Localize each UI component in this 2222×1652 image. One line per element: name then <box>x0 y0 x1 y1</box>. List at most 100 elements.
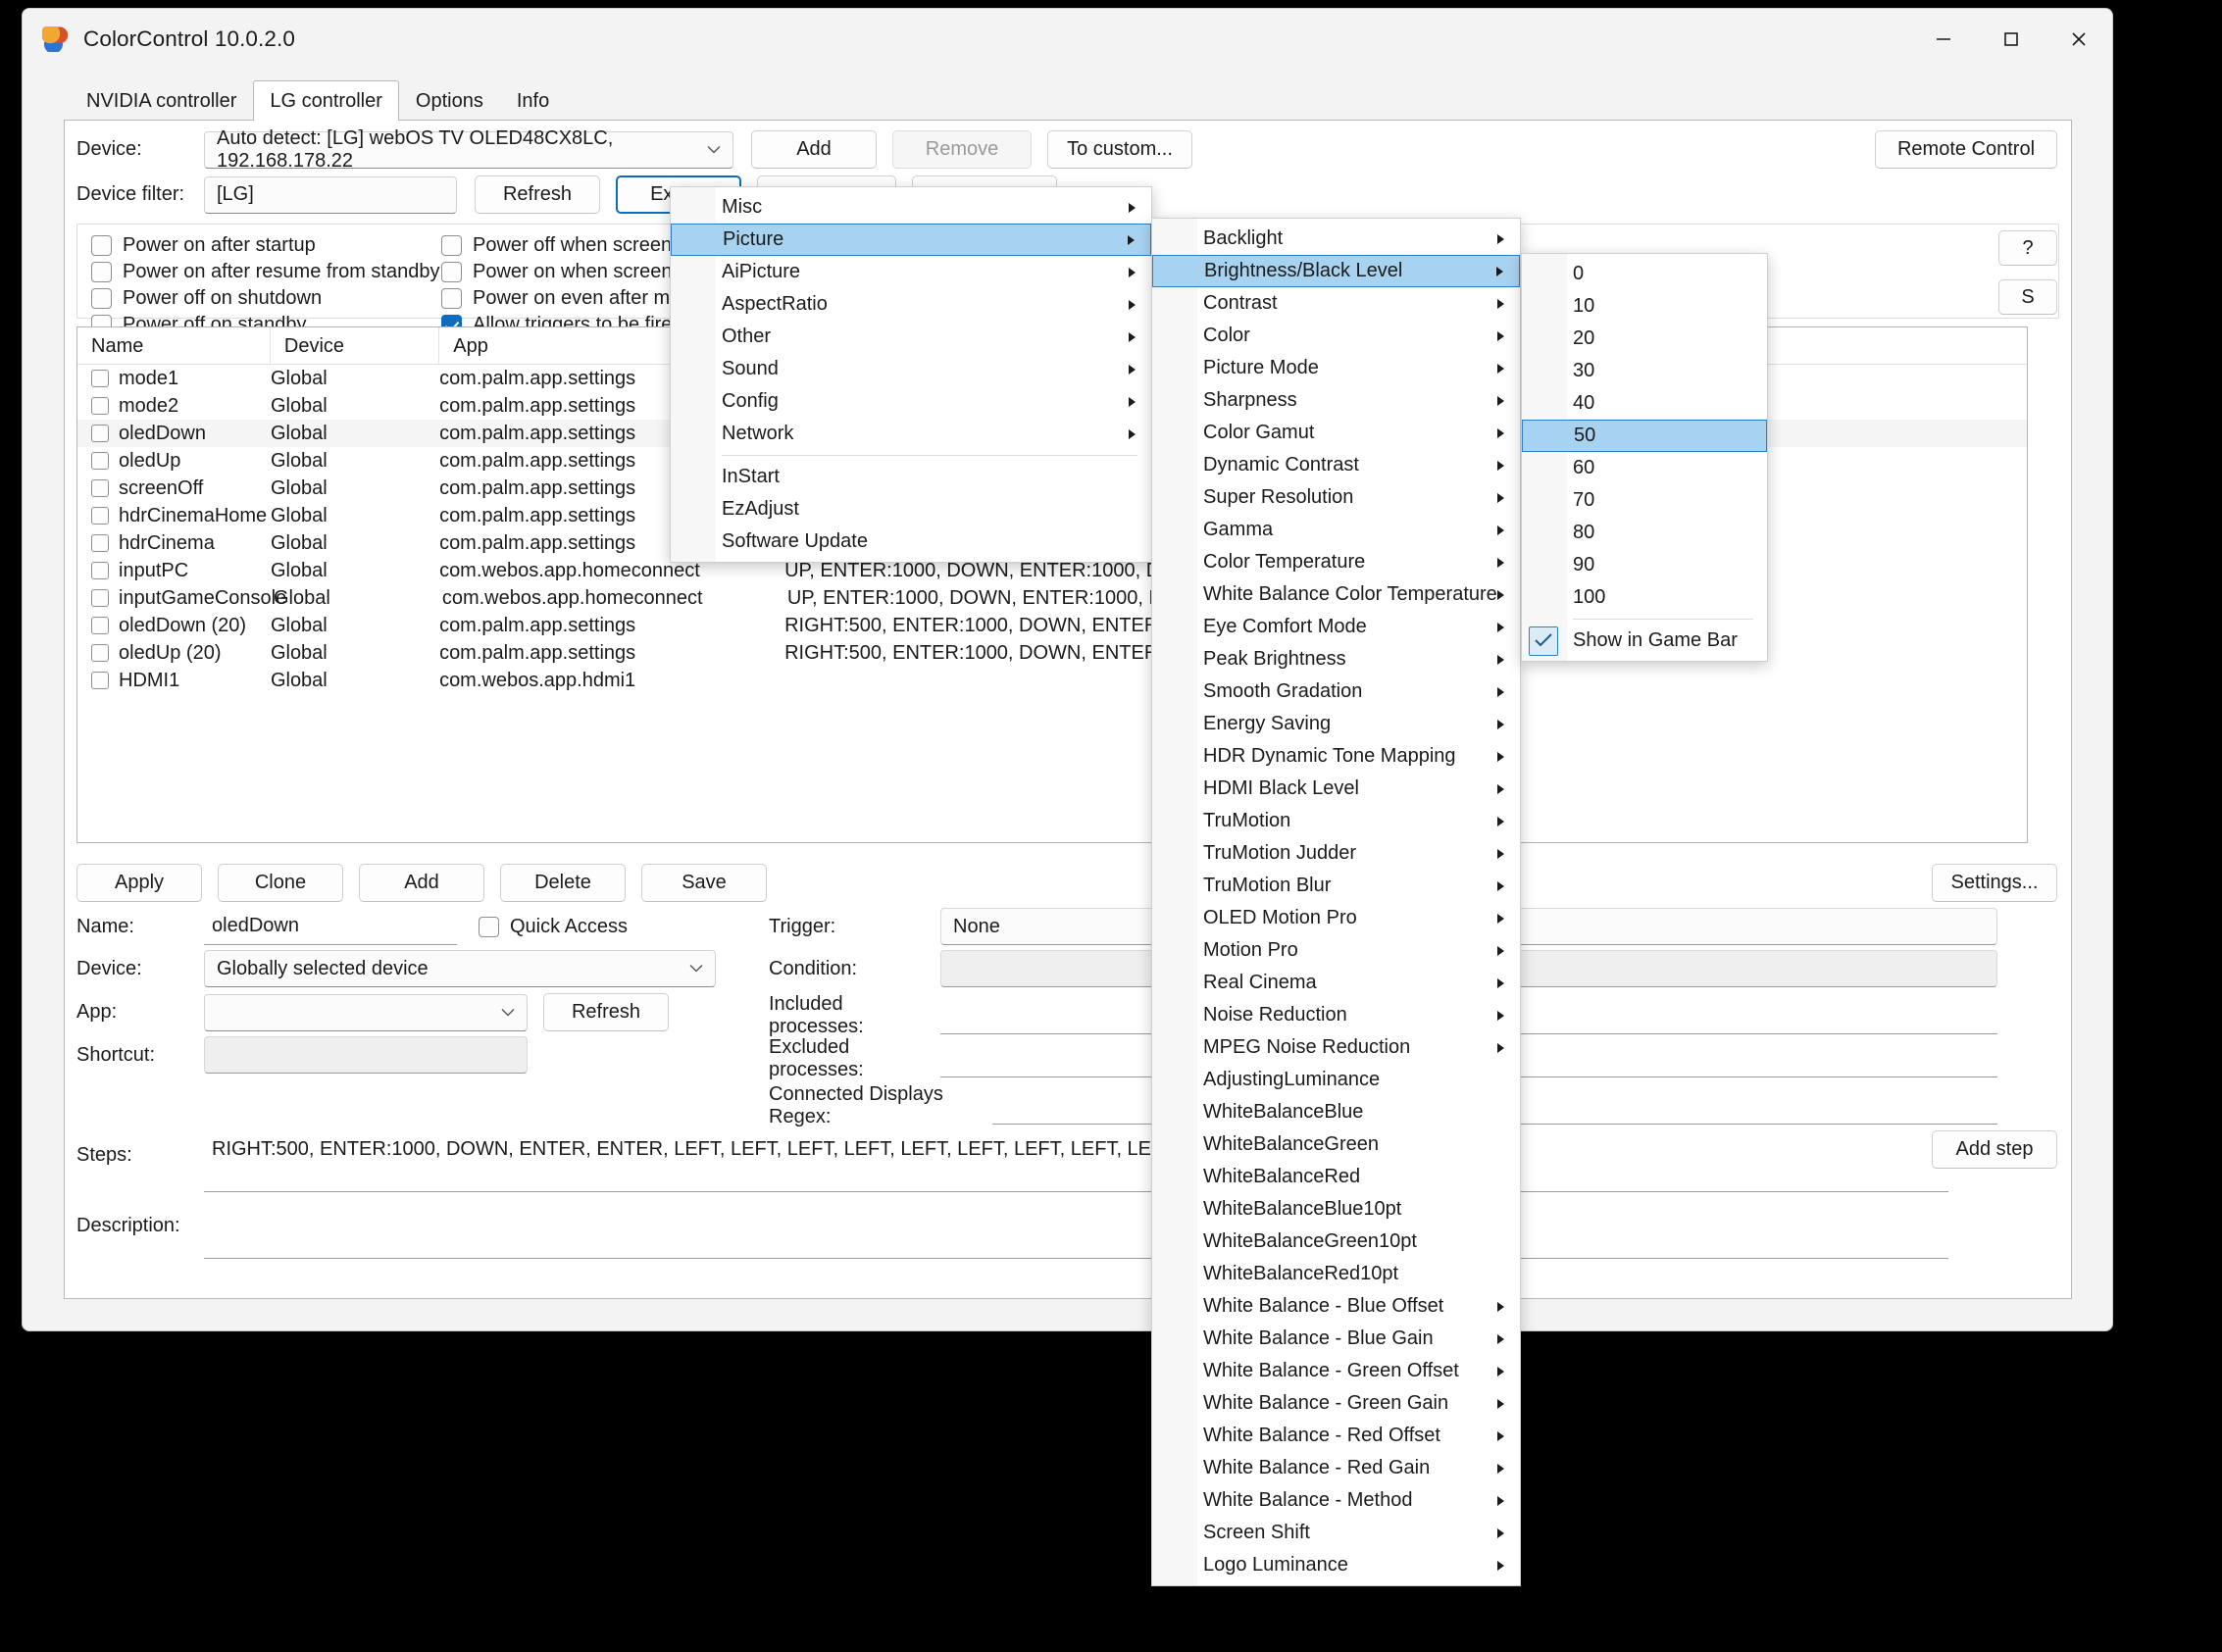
minimize-icon[interactable] <box>1909 9 1977 70</box>
menu-item-whitebalanceblue[interactable]: WhiteBalanceBlue <box>1152 1096 1520 1128</box>
menu-item-color-temperature[interactable]: Color Temperature <box>1152 546 1520 578</box>
menu-item-30[interactable]: 30 <box>1522 355 1767 387</box>
row-checkbox[interactable] <box>91 589 109 607</box>
menu-item-sharpness[interactable]: Sharpness <box>1152 384 1520 417</box>
menu-item-90[interactable]: 90 <box>1522 549 1767 581</box>
menu-item-oled-motion-pro[interactable]: OLED Motion Pro <box>1152 902 1520 934</box>
form-app-combo[interactable] <box>204 993 528 1031</box>
option-power-on-after-resume[interactable]: Power on after resume from standby <box>91 259 439 285</box>
column-header-name[interactable]: Name <box>77 327 271 365</box>
menu-item-70[interactable]: 70 <box>1522 484 1767 517</box>
menu-item-aspectratio[interactable]: AspectRatio <box>671 288 1151 321</box>
row-checkbox[interactable] <box>91 534 109 552</box>
menu-item-60[interactable]: 60 <box>1522 452 1767 484</box>
checkbox[interactable] <box>441 262 462 282</box>
menu-item-dynamic-contrast[interactable]: Dynamic Contrast <box>1152 449 1520 481</box>
menu-item-peak-brightness[interactable]: Peak Brightness <box>1152 643 1520 676</box>
add-step-button[interactable]: Add step <box>1932 1130 2057 1169</box>
menu-item-trumotion-blur[interactable]: TruMotion Blur <box>1152 870 1520 902</box>
tab-lg-controller[interactable]: LG controller <box>253 80 399 121</box>
row-checkbox[interactable] <box>91 370 109 387</box>
tab-nvidia-controller[interactable]: NVIDIA controller <box>70 80 254 121</box>
menu-item-other[interactable]: Other <box>671 321 1151 353</box>
menu-item-100[interactable]: 100 <box>1522 581 1767 614</box>
menu-item-80[interactable]: 80 <box>1522 517 1767 549</box>
menu-item-white-balance-green-gain[interactable]: White Balance - Green Gain <box>1152 1387 1520 1420</box>
menu-item-noise-reduction[interactable]: Noise Reduction <box>1152 999 1520 1031</box>
tab-options[interactable]: Options <box>398 80 500 121</box>
close-icon[interactable] <box>2045 9 2112 70</box>
row-checkbox[interactable] <box>91 452 109 470</box>
checkbox[interactable] <box>441 288 462 309</box>
menu-item-ezadjust[interactable]: EzAdjust <box>671 493 1151 526</box>
menu-item-trumotion-judder[interactable]: TruMotion Judder <box>1152 837 1520 870</box>
menu-item-whitebalancegreen10pt[interactable]: WhiteBalanceGreen10pt <box>1152 1226 1520 1258</box>
delete-button[interactable]: Delete <box>500 864 626 902</box>
menu-item-hdr-dynamic-tone-mapping[interactable]: HDR Dynamic Tone Mapping <box>1152 740 1520 773</box>
name-input[interactable]: oledDown <box>204 908 457 945</box>
menu-item-white-balance-red-gain[interactable]: White Balance - Red Gain <box>1152 1452 1520 1484</box>
menu-item-sound[interactable]: Sound <box>671 353 1151 385</box>
menu-item-whitebalancegreen[interactable]: WhiteBalanceGreen <box>1152 1128 1520 1161</box>
menu-item-energy-saving[interactable]: Energy Saving <box>1152 708 1520 740</box>
filter-refresh-button[interactable]: Refresh <box>475 175 600 214</box>
device-add-button[interactable]: Add <box>751 130 877 169</box>
device-filter-input[interactable]: [LG] <box>204 175 457 214</box>
menu-item-software-update[interactable]: Software Update <box>671 526 1151 558</box>
quick-access-checkbox-row[interactable]: Quick Access <box>479 916 628 938</box>
table-row[interactable]: HDMI1 Global com.webos.app.hdmi1 <box>77 667 2027 694</box>
picture-submenu-level2[interactable]: Backlight Brightness/Black Level Contrast C… <box>1151 218 1521 1586</box>
help-button[interactable]: ? <box>1998 230 2057 266</box>
form-description-input[interactable] <box>204 1197 1948 1259</box>
menu-item-whitebalancered10pt[interactable]: WhiteBalanceRed10pt <box>1152 1258 1520 1290</box>
tab-info[interactable]: Info <box>499 80 567 121</box>
maximize-icon[interactable] <box>1977 9 2045 70</box>
row-checkbox[interactable] <box>91 562 109 579</box>
menu-item-20[interactable]: 20 <box>1522 323 1767 355</box>
menu-item-white-balance-blue-offset[interactable]: White Balance - Blue Offset <box>1152 1290 1520 1323</box>
form-shortcut-input[interactable] <box>204 1036 528 1074</box>
checkbox[interactable] <box>441 235 462 256</box>
row-checkbox[interactable] <box>91 507 109 525</box>
menu-item-motion-pro[interactable]: Motion Pro <box>1152 934 1520 967</box>
menu-item-mpeg-noise-reduction[interactable]: MPEG Noise Reduction <box>1152 1031 1520 1064</box>
checkbox[interactable] <box>479 916 499 937</box>
settings-button[interactable]: Settings... <box>1932 864 2057 902</box>
menu-item-real-cinema[interactable]: Real Cinema <box>1152 967 1520 999</box>
menu-item-color[interactable]: Color <box>1152 320 1520 352</box>
menu-item-white-balance-color-temperature[interactable]: White Balance Color Temperature <box>1152 578 1520 611</box>
form-steps-input[interactable]: RIGHT:500, ENTER:1000, DOWN, ENTER, ENTE… <box>204 1130 1948 1192</box>
menu-item-whitebalancered[interactable]: WhiteBalanceRed <box>1152 1161 1520 1193</box>
clone-button[interactable]: Clone <box>218 864 343 902</box>
menu-item-50[interactable]: 50 <box>1522 420 1767 452</box>
menu-item-super-resolution[interactable]: Super Resolution <box>1152 481 1520 514</box>
menu-item-adjustingluminance[interactable]: AdjustingLuminance <box>1152 1064 1520 1096</box>
option-power-off-on-shutdown[interactable]: Power off on shutdown <box>91 285 439 312</box>
app-refresh-button[interactable]: Refresh <box>543 993 669 1031</box>
column-header-device[interactable]: Device <box>271 327 440 365</box>
menu-item-contrast[interactable]: Contrast <box>1152 287 1520 320</box>
row-checkbox[interactable] <box>91 425 109 442</box>
form-device-combo[interactable]: Globally selected device <box>204 950 716 987</box>
menu-item-hdmi-black-level[interactable]: HDMI Black Level <box>1152 773 1520 805</box>
menu-item-eye-comfort-mode[interactable]: Eye Comfort Mode <box>1152 611 1520 643</box>
menu-item-backlight[interactable]: Backlight <box>1152 223 1520 255</box>
menu-item-network[interactable]: Network <box>671 418 1151 450</box>
menu-item-white-balance-method[interactable]: White Balance - Method <box>1152 1484 1520 1517</box>
device-combo[interactable]: Auto detect: [LG] webOS TV OLED48CX8LC, … <box>204 127 733 172</box>
menu-item-white-balance-blue-gain[interactable]: White Balance - Blue Gain <box>1152 1323 1520 1355</box>
menu-item-aipicture[interactable]: AiPicture <box>671 256 1151 288</box>
checkbox[interactable] <box>91 262 112 282</box>
save-button[interactable]: Save <box>641 864 767 902</box>
menu-item-picture-mode[interactable]: Picture Mode <box>1152 352 1520 384</box>
menu-item-whitebalanceblue10pt[interactable]: WhiteBalanceBlue10pt <box>1152 1193 1520 1226</box>
menu-item-config[interactable]: Config <box>671 385 1151 418</box>
menu-item-logo-luminance[interactable]: Logo Luminance <box>1152 1549 1520 1581</box>
device-remove-button[interactable]: Remove <box>892 130 1032 169</box>
menu-item-10[interactable]: 10 <box>1522 290 1767 323</box>
row-checkbox[interactable] <box>91 672 109 689</box>
menu-item-show-in-game-bar[interactable]: Show in Game Bar <box>1522 625 1767 657</box>
checkbox[interactable] <box>91 235 112 256</box>
s-button[interactable]: S <box>1998 279 2057 315</box>
menu-item-white-balance-red-offset[interactable]: White Balance - Red Offset <box>1152 1420 1520 1452</box>
